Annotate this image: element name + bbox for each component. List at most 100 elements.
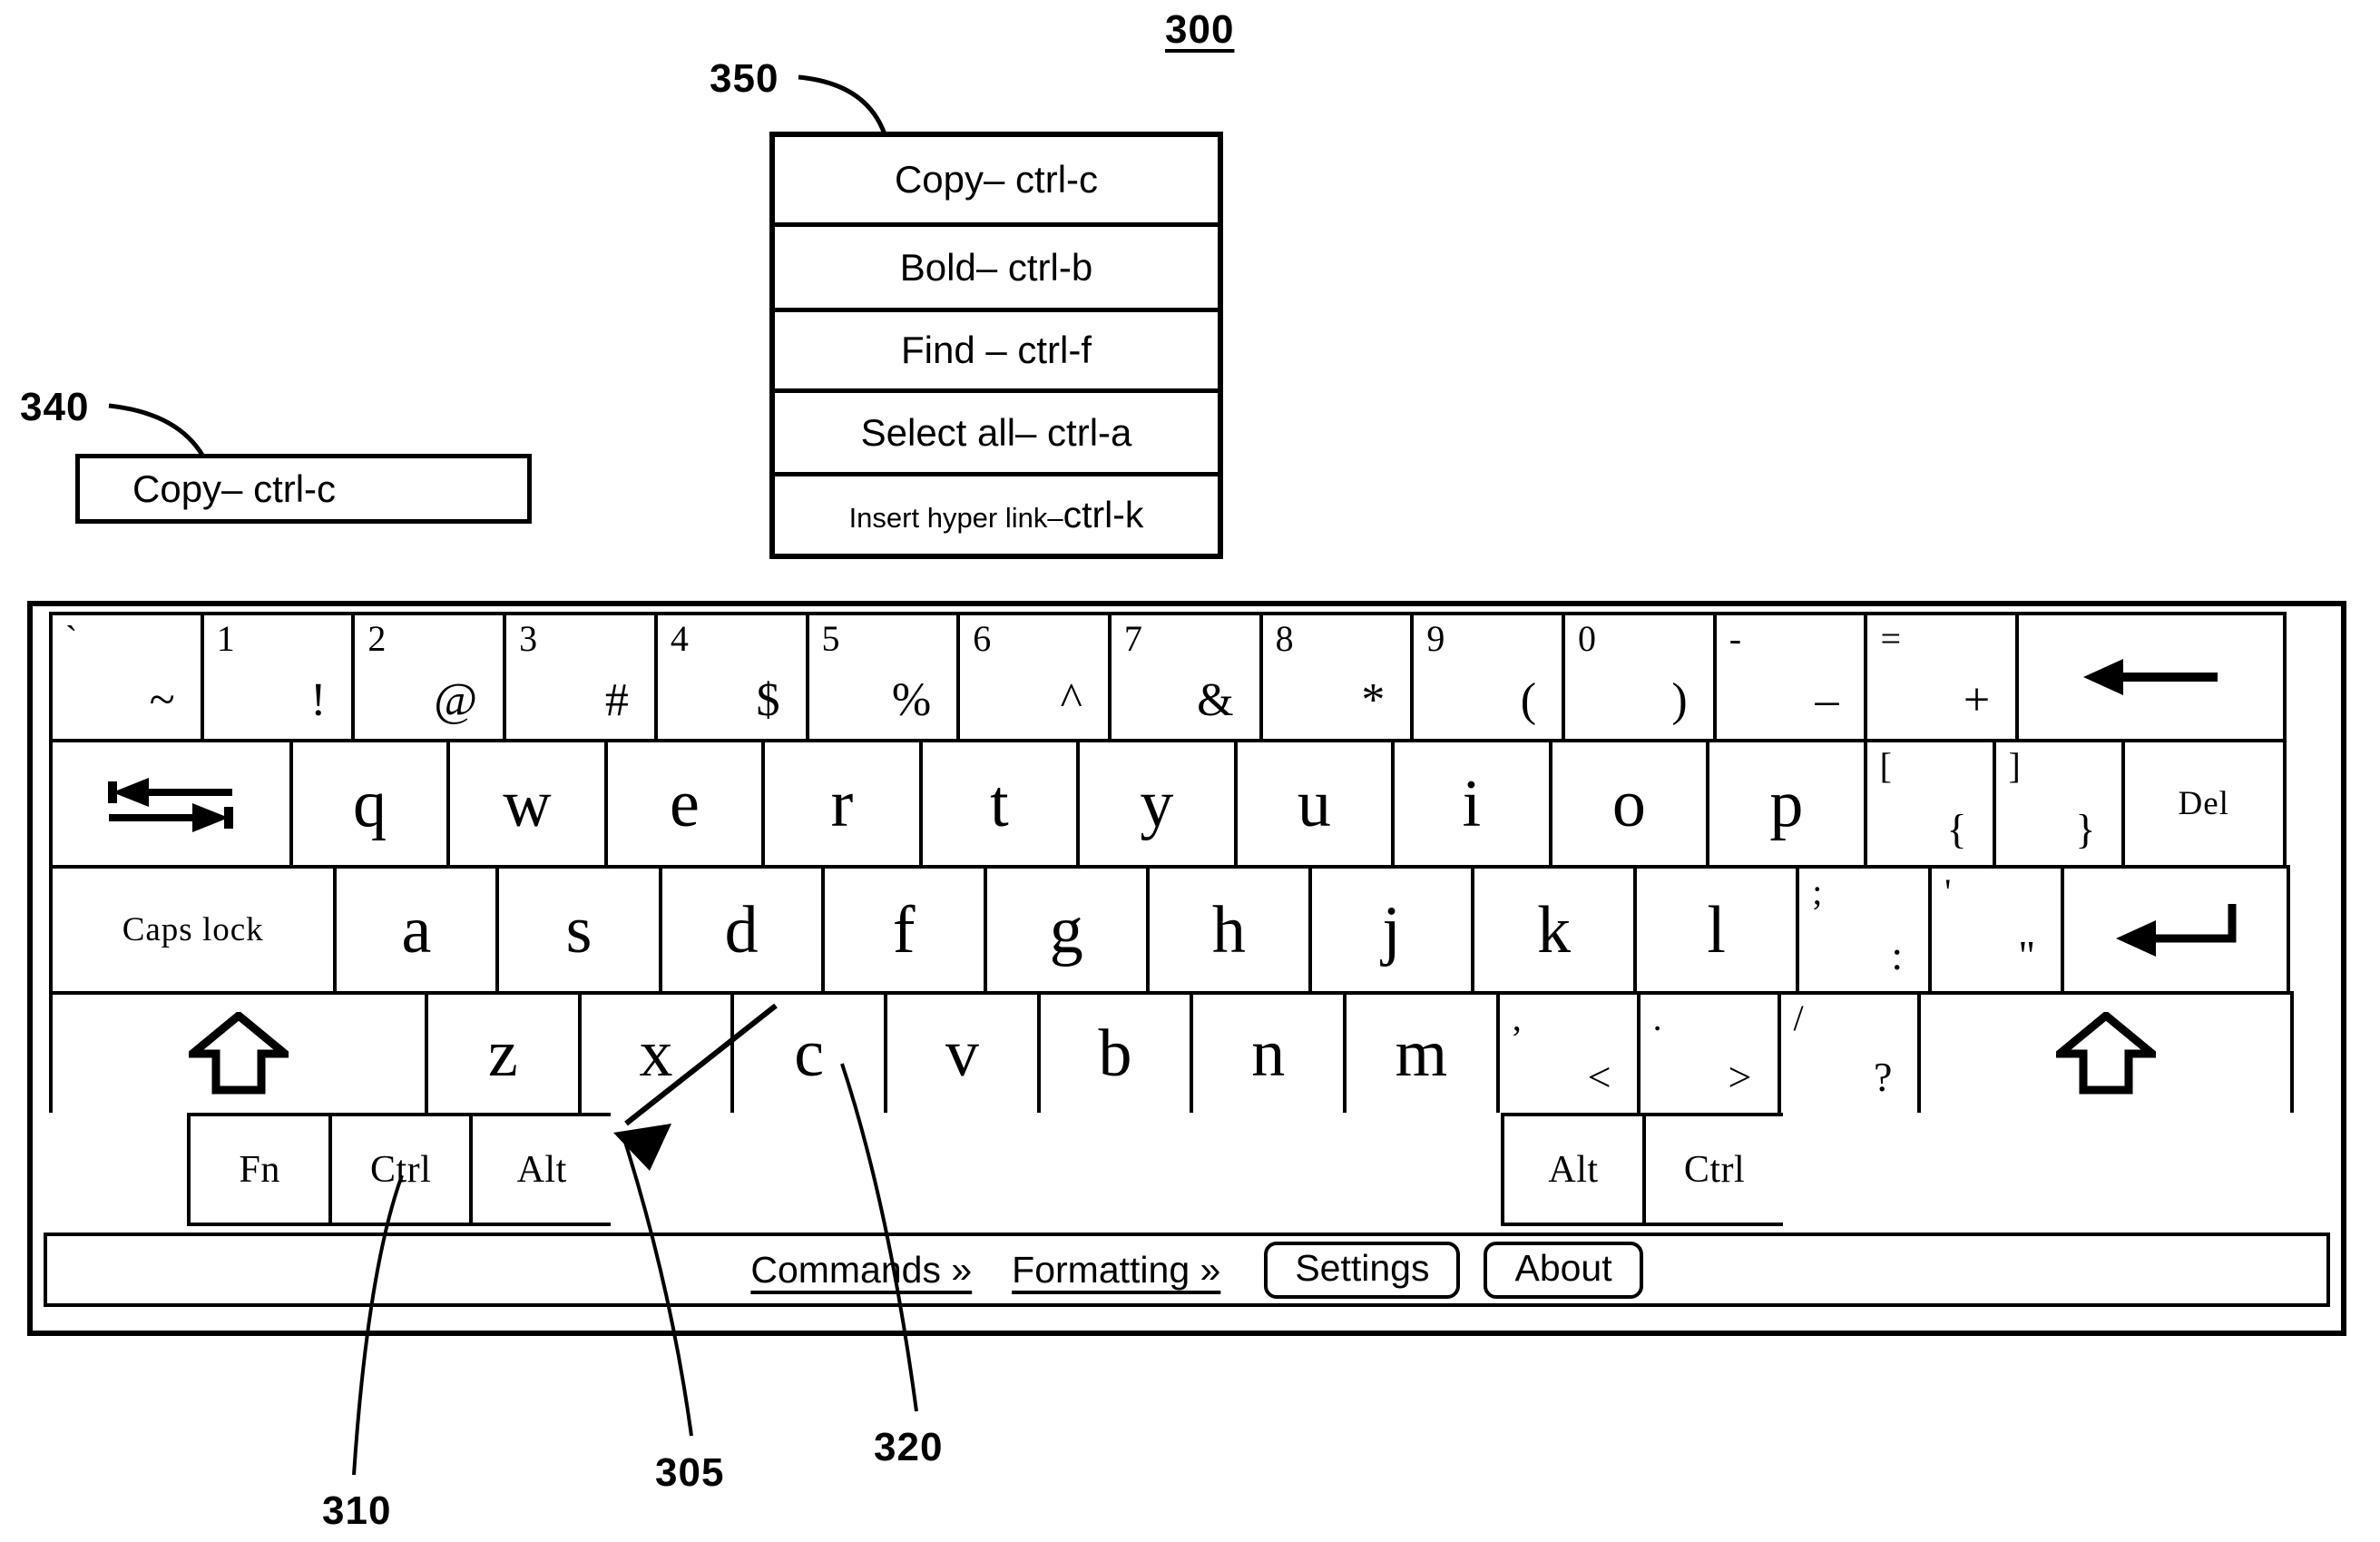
enter-arrow-icon <box>2115 903 2237 957</box>
key-shift-left[interactable] <box>49 991 428 1116</box>
key-5-legend-top: 5 <box>821 618 840 659</box>
key-l[interactable]: l <box>1633 865 1800 995</box>
key-minus[interactable]: - – <box>1712 612 1868 742</box>
formatting-link[interactable]: Formatting » <box>992 1249 1240 1292</box>
key-2[interactable]: 2 @ <box>351 612 507 742</box>
key-z-label: z <box>487 1017 518 1091</box>
key-9-legend-top: 9 <box>1426 618 1445 659</box>
home-row: Caps lock a s d f g h j k l;: ' " <box>49 865 2334 995</box>
key-6[interactable]: 6 ^ <box>956 612 1112 742</box>
key-v[interactable]: v <box>884 991 1041 1116</box>
key-d[interactable]: d <box>658 865 825 995</box>
key-minus-legend-top: - <box>1729 618 1742 659</box>
key-y[interactable]: y <box>1076 739 1238 869</box>
menu-item-copy[interactable]: Copy– ctrl-c <box>775 137 1218 227</box>
key-8[interactable]: 8 * <box>1259 612 1415 742</box>
key-k[interactable]: k <box>1471 865 1638 995</box>
menu-item-select-all[interactable]: Select all– ctrl-a <box>775 393 1218 476</box>
key-e[interactable]: e <box>603 739 766 869</box>
key-quote-legend-top: ' <box>1944 871 1952 912</box>
key-u[interactable]: u <box>1233 739 1396 869</box>
key-q[interactable]: q <box>289 739 451 869</box>
key-n[interactable]: n <box>1190 991 1347 1116</box>
key-equals[interactable]: = + <box>1864 612 2020 742</box>
key-a[interactable]: a <box>333 865 500 995</box>
key-alt-left-label: Alt <box>516 1148 567 1191</box>
key-tab[interactable] <box>49 739 293 869</box>
key-alt-right-label: Alt <box>1548 1148 1599 1191</box>
key-b[interactable]: b <box>1036 991 1194 1116</box>
key-l-label: l <box>1707 892 1726 967</box>
key-fn[interactable]: Fn <box>187 1113 332 1226</box>
key-del[interactable]: Del <box>2120 739 2287 869</box>
key-9[interactable]: 9( <box>1410 612 1566 742</box>
menu-item-insert-hyper-link-accel: ctrl-k <box>1063 494 1144 535</box>
key-r[interactable]: r <box>761 739 923 869</box>
key-5-legend-bottom: % <box>891 674 932 726</box>
key-5[interactable]: 5% <box>805 612 961 742</box>
key-m-label: m <box>1395 1017 1448 1091</box>
key-backquote[interactable]: ` ~ <box>49 612 204 742</box>
figure-reference-310: 310 <box>322 1488 392 1533</box>
key-g[interactable]: g <box>983 865 1150 995</box>
commands-link[interactable]: Commands » <box>730 1249 992 1292</box>
key-9-legend-bottom: ( <box>1520 674 1537 726</box>
key-c-label: c <box>794 1017 825 1091</box>
key-m[interactable]: m <box>1343 991 1500 1116</box>
shift-up-arrow-icon <box>2055 1012 2156 1095</box>
key-semicolon[interactable]: ;: <box>1796 865 1933 995</box>
menu-item-bold[interactable]: Bold– ctrl-b <box>775 227 1218 312</box>
key-enter[interactable] <box>2061 865 2290 995</box>
key-x[interactable]: x <box>577 991 735 1116</box>
key-bracket-right[interactable]: ]} <box>1992 739 2125 869</box>
key-bracket-left[interactable]: [{ <box>1863 739 1996 869</box>
menu-item-insert-hyper-link[interactable]: Insert hyper link–ctrl-k <box>775 476 1218 554</box>
key-i[interactable]: i <box>1391 739 1552 869</box>
key-2-legend-top: 2 <box>367 618 387 659</box>
key-alt-left[interactable]: Alt <box>469 1113 614 1226</box>
key-3-legend-top: 3 <box>519 618 538 659</box>
single-shortcut-popup[interactable]: Copy– ctrl-c <box>75 454 532 524</box>
key-space <box>610 1113 1505 1226</box>
key-ctrl-right[interactable]: Ctrl <box>1641 1113 1787 1226</box>
menu-item-insert-hyper-link-text: Insert hyper link– <box>848 502 1063 534</box>
key-t[interactable]: t <box>918 739 1081 869</box>
key-quote[interactable]: ' " <box>1928 865 2065 995</box>
key-z[interactable]: z <box>424 991 582 1116</box>
key-backspace[interactable] <box>2015 612 2287 742</box>
menu-item-find[interactable]: Find – ctrl-f <box>775 312 1218 393</box>
key-h[interactable]: h <box>1145 865 1312 995</box>
key-p[interactable]: p <box>1706 739 1867 869</box>
key-caps-lock-label: Caps lock <box>122 911 264 948</box>
key-w[interactable]: w <box>446 739 608 869</box>
key-alt-right[interactable]: Alt <box>1501 1113 1646 1226</box>
key-semicolon-legend-top: ; <box>1812 871 1823 912</box>
key-o[interactable]: o <box>1548 739 1710 869</box>
key-caps-lock[interactable]: Caps lock <box>49 865 338 995</box>
shortcut-menu-popup[interactable]: Copy– ctrl-c Bold– ctrl-b Find – ctrl-f … <box>769 132 1223 559</box>
key-f[interactable]: f <box>820 865 987 995</box>
key-j[interactable]: j <box>1308 865 1475 995</box>
tab-arrows-icon <box>108 777 234 832</box>
key-c[interactable]: c <box>730 991 887 1116</box>
settings-button[interactable]: Settings <box>1264 1241 1461 1299</box>
key-4[interactable]: 4 $ <box>653 612 809 742</box>
key-comma-legend-bottom: < <box>1587 1054 1611 1100</box>
key-3[interactable]: 3 # <box>503 612 658 742</box>
key-1-legend-bottom: ! <box>310 674 327 726</box>
key-bracket-left-legend-bottom: { <box>1946 806 1967 852</box>
key-d-label: d <box>724 892 759 967</box>
key-comma[interactable]: , < <box>1495 991 1641 1116</box>
key-0[interactable]: 0) <box>1562 612 1717 742</box>
key-4-legend-top: 4 <box>670 618 689 659</box>
key-ctrl-left[interactable]: Ctrl <box>328 1113 474 1226</box>
key-slash[interactable]: /? <box>1777 991 1922 1116</box>
about-button[interactable]: About <box>1484 1241 1643 1299</box>
key-a-label: a <box>401 892 432 967</box>
key-shift-right[interactable] <box>1917 991 2294 1116</box>
key-spacer-right <box>1783 1113 2308 1226</box>
key-s[interactable]: s <box>495 865 662 995</box>
key-7[interactable]: 7 & <box>1107 612 1263 742</box>
key-1[interactable]: 1! <box>200 612 356 742</box>
key-period[interactable]: . > <box>1636 991 1781 1116</box>
